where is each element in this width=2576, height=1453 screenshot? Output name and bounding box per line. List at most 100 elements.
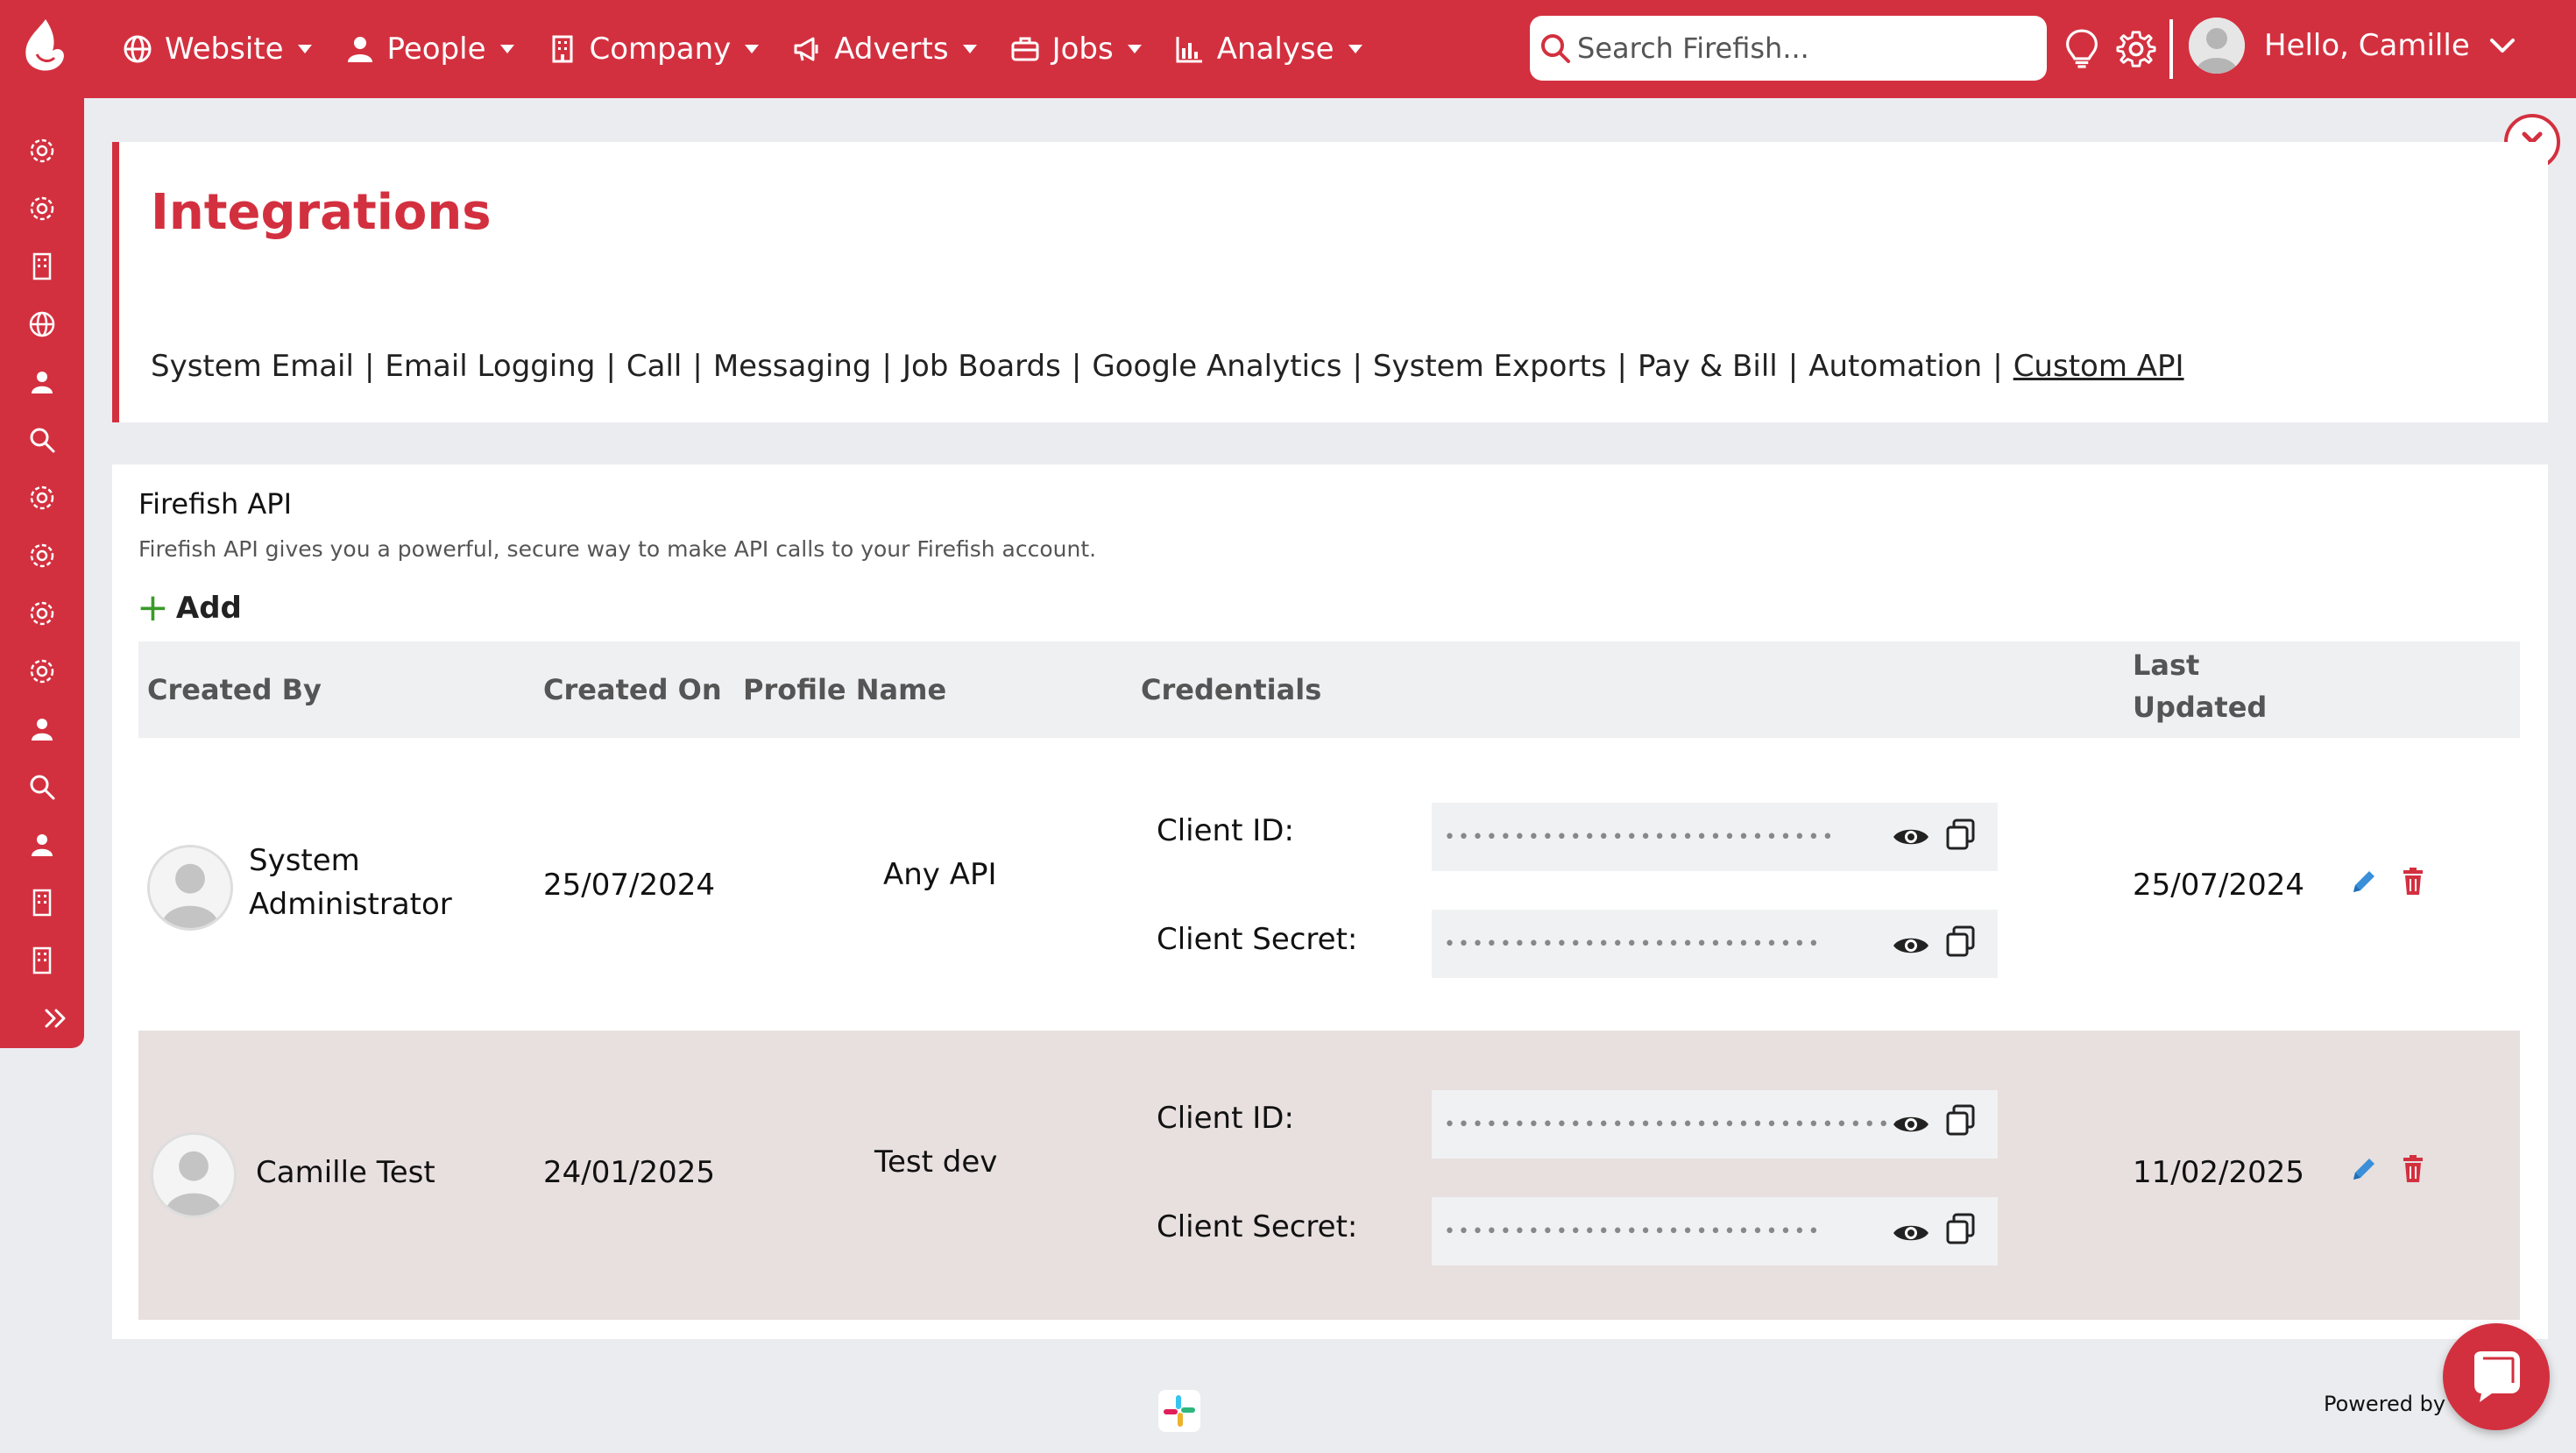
nav-jobs[interactable]: Jobs — [1010, 32, 1142, 67]
main-nav: Website People Company Adverts Jobs Anal… — [123, 0, 1396, 98]
trash-icon[interactable] — [2397, 1153, 2429, 1185]
tab-google-analytics[interactable]: Google Analytics — [1092, 349, 1341, 384]
nav-website-label: Website — [165, 32, 284, 67]
sidebar-gear-icon[interactable] — [25, 480, 60, 515]
last-updated: 11/02/2025 — [2133, 1155, 2304, 1190]
trash-icon[interactable] — [2397, 866, 2429, 897]
section-description: Firefish API gives you a powerful, secur… — [138, 536, 1097, 562]
eye-icon[interactable] — [1891, 925, 1931, 966]
tab-separator: | — [1352, 349, 1362, 384]
avatar — [151, 1132, 237, 1218]
client-id-label: Client ID: — [1157, 813, 1294, 848]
sidebar-gear-icon[interactable] — [25, 596, 60, 631]
tab-separator: | — [1992, 349, 2003, 384]
column-created-by[interactable]: Created By — [147, 673, 322, 706]
tab-separator: | — [1617, 349, 1627, 384]
settings-gear-icon[interactable] — [2112, 25, 2161, 74]
client-id-masked: •••••••••••••••••••••••••••••••••• — [1444, 1113, 1921, 1136]
copy-icon[interactable] — [1943, 1211, 1978, 1246]
sidebar-search-icon[interactable] — [25, 422, 60, 457]
sidebar-gear-icon[interactable] — [25, 654, 60, 689]
tab-call[interactable]: Call — [626, 349, 682, 384]
nav-company[interactable]: Company — [548, 32, 760, 67]
column-created-on[interactable]: Created On — [543, 673, 722, 706]
column-last-updated-line2[interactable]: Updated — [2133, 691, 2267, 724]
nav-adverts[interactable]: Adverts — [792, 32, 977, 67]
edit-pencil-icon[interactable] — [2348, 866, 2380, 897]
caret-down-icon — [499, 45, 514, 53]
nav-company-label: Company — [589, 32, 732, 67]
eye-icon[interactable] — [1891, 1213, 1931, 1253]
tab-separator: | — [605, 349, 616, 384]
sidebar-gear-icon[interactable] — [25, 538, 60, 573]
powered-by-text: Powered by — [2324, 1392, 2446, 1416]
firefish-api-panel: Firefish API Firefish API gives you a po… — [112, 464, 2548, 1339]
sidebar-person-icon[interactable] — [25, 827, 60, 862]
add-button[interactable]: + Add — [137, 589, 242, 627]
slack-icon[interactable] — [1158, 1390, 1200, 1432]
table-row: Camille Test 24/01/2025 Test dev Client … — [138, 1031, 2520, 1320]
nav-analyse[interactable]: Analyse — [1175, 32, 1362, 67]
profile-name: Any API — [883, 857, 997, 892]
building-icon — [552, 35, 573, 63]
table-row: System Administrator 25/07/2024 Any API … — [138, 738, 2520, 1031]
user-menu[interactable]: Hello, Camille — [2189, 18, 2516, 74]
megaphone-icon — [794, 37, 818, 61]
search-icon — [1541, 34, 1570, 63]
tab-separator: | — [1071, 349, 1082, 384]
sidebar-gear-icon[interactable] — [25, 191, 60, 226]
lightbulb-icon[interactable] — [2057, 25, 2106, 74]
tab-separator: | — [692, 349, 703, 384]
sidebar-building-icon[interactable] — [25, 943, 60, 978]
copy-icon[interactable] — [1943, 817, 1978, 852]
section-title: Firefish API — [138, 487, 293, 521]
sidebar-person-icon[interactable] — [25, 712, 60, 747]
eye-icon[interactable] — [1891, 817, 1931, 857]
column-profile-name[interactable]: Profile Name — [743, 673, 946, 706]
nav-people-label: People — [386, 32, 486, 67]
copy-icon[interactable] — [1943, 924, 1978, 959]
client-secret-label: Client Secret: — [1157, 1209, 1358, 1244]
firefish-logo-icon[interactable] — [18, 14, 70, 77]
sidebar-building-icon[interactable] — [25, 249, 60, 284]
tab-email-logging[interactable]: Email Logging — [385, 349, 595, 384]
person-icon — [347, 37, 372, 62]
search-box — [1530, 16, 2047, 81]
nav-analyse-label: Analyse — [1216, 32, 1334, 67]
top-navigation-bar: Website People Company Adverts Jobs Anal… — [0, 0, 2576, 98]
nav-people[interactable]: People — [345, 32, 514, 67]
sidebar-gear-icon[interactable] — [25, 133, 60, 168]
avatar — [147, 845, 233, 931]
client-id-label: Client ID: — [1157, 1101, 1294, 1136]
sidebar-expand-icon[interactable] — [40, 1001, 75, 1036]
column-last-updated-line1[interactable]: Last — [2133, 649, 2199, 682]
search-input[interactable] — [1577, 32, 2033, 65]
tab-pay-and-bill[interactable]: Pay & Bill — [1638, 349, 1778, 384]
tab-automation[interactable]: Automation — [1808, 349, 1982, 384]
tab-job-boards[interactable]: Job Boards — [902, 349, 1061, 384]
nav-website[interactable]: Website — [123, 32, 312, 67]
client-secret-masked: ••••••••••••••••••••••••••• — [1444, 1220, 1822, 1243]
column-credentials: Credentials — [1141, 673, 1322, 706]
chat-launcher-button[interactable] — [2443, 1323, 2550, 1430]
edit-pencil-icon[interactable] — [2348, 1153, 2380, 1185]
sidebar-search-icon[interactable] — [25, 769, 60, 804]
tab-system-email[interactable]: System Email — [151, 349, 354, 384]
created-on: 24/01/2025 — [543, 1155, 715, 1190]
header-divider — [2169, 19, 2173, 79]
chevron-down-icon — [2489, 39, 2515, 53]
tab-system-exports[interactable]: System Exports — [1373, 349, 1607, 384]
tab-messaging[interactable]: Messaging — [713, 349, 872, 384]
table-header: Created By Created On Profile Name Crede… — [138, 641, 2520, 738]
created-by-name: System — [249, 843, 360, 878]
sidebar-globe-icon[interactable] — [25, 307, 60, 342]
eye-icon[interactable] — [1891, 1104, 1931, 1145]
sidebar-person-icon[interactable] — [25, 365, 60, 400]
client-id-masked: •••••••••••••••••••••••••••• — [1444, 826, 1836, 848]
sidebar-building-icon[interactable] — [25, 885, 60, 920]
caret-down-icon — [1127, 45, 1142, 53]
integrations-header: Integrations System Email | Email Loggin… — [112, 142, 2548, 422]
copy-icon[interactable] — [1943, 1102, 1978, 1138]
tab-custom-api[interactable]: Custom API — [2013, 349, 2184, 384]
tab-separator: | — [364, 349, 375, 384]
